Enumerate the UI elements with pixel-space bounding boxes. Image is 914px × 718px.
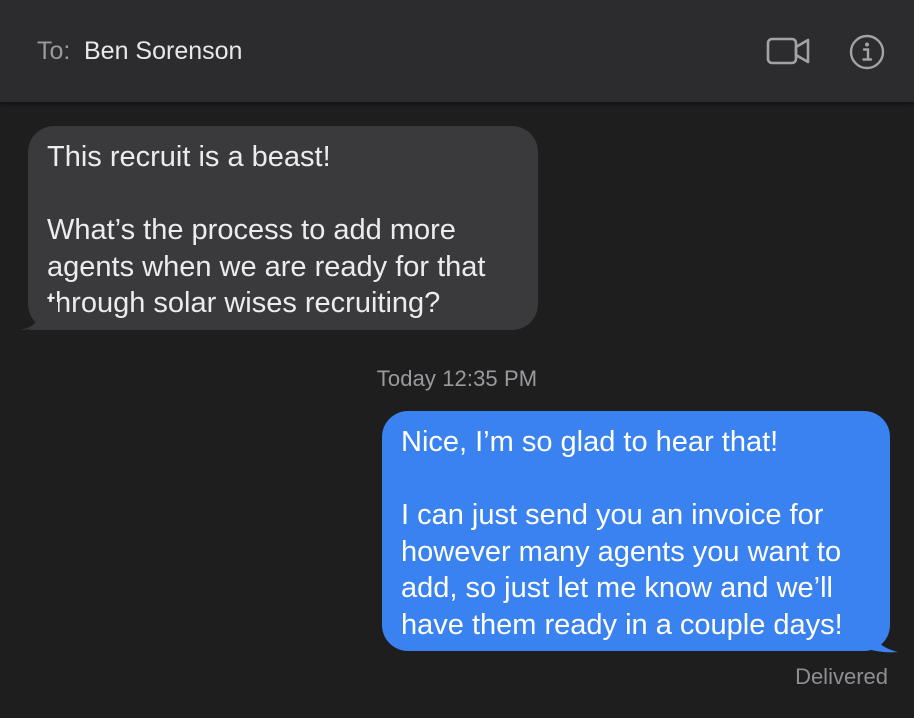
delivery-status: Delivered [795, 664, 888, 689]
to-label: To: [37, 37, 71, 65]
info-icon [849, 34, 885, 70]
video-camera-icon [766, 37, 810, 65]
outgoing-message-bubble[interactable]: Nice, I’m so glad to hear that! I can ju… [382, 411, 890, 651]
incoming-bubble-tail [20, 298, 58, 330]
video-call-button[interactable] [766, 34, 812, 68]
incoming-message-bubble[interactable]: This recruit is a beast! What’s the proc… [28, 126, 538, 330]
conversation-header: To: Ben Sorenson [0, 0, 914, 103]
outgoing-bubble-tail [858, 622, 898, 653]
message-timestamp: Today 12:35 PM [376, 366, 538, 391]
recipient-name[interactable]: Ben Sorenson [84, 37, 242, 66]
details-button[interactable] [848, 33, 886, 71]
